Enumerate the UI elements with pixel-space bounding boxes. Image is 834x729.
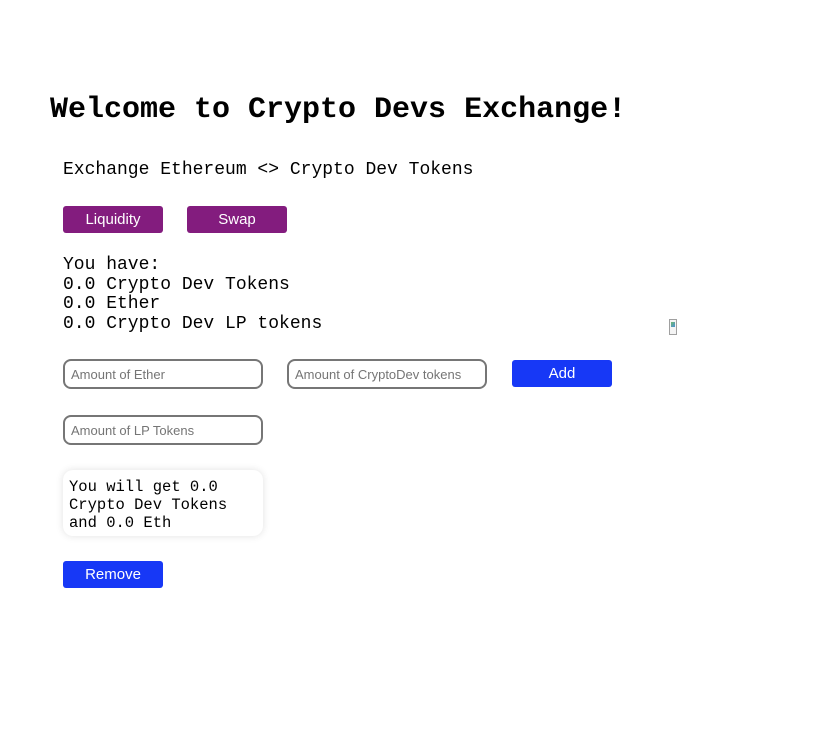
page-title: Welcome to Crypto Devs Exchange!: [50, 93, 627, 127]
swap-tab-button[interactable]: Swap: [187, 206, 287, 233]
crypto-dev-token-balance: 0.0 Crypto Dev Tokens: [63, 274, 290, 295]
remove-estimate-box: You will get 0.0 Crypto Dev Tokens and 0…: [63, 470, 263, 536]
ether-amount-input[interactable]: [63, 359, 263, 389]
liquidity-tab-button[interactable]: Liquidity: [63, 206, 163, 233]
cryptodev-amount-input[interactable]: [287, 359, 487, 389]
balances-panel: You have: 0.0 Crypto Dev Tokens 0.0 Ethe…: [63, 255, 323, 334]
broken-image-icon: [669, 319, 677, 335]
add-liquidity-button[interactable]: Add: [512, 360, 612, 387]
page-description: Exchange Ethereum <> Crypto Dev Tokens: [63, 160, 474, 180]
ether-balance: 0.0 Ether: [63, 294, 161, 314]
balances-heading: You have:: [63, 255, 161, 275]
lp-token-balance: 0.0 Crypto Dev LP tokens: [63, 313, 323, 334]
lp-token-amount-input[interactable]: [63, 415, 263, 445]
remove-liquidity-button[interactable]: Remove: [63, 561, 163, 588]
